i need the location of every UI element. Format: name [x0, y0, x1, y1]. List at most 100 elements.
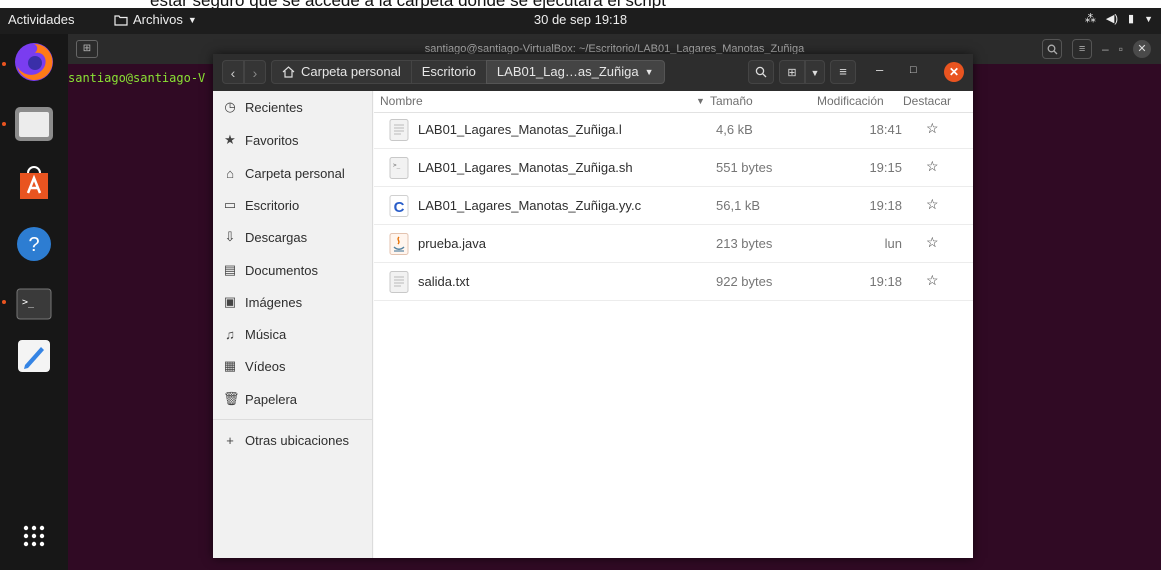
running-indicator [2, 122, 6, 126]
firefox-icon [15, 43, 53, 81]
dock-help[interactable]: ? [10, 220, 58, 268]
clock-icon: ◷ [224, 99, 236, 114]
dock-text-editor[interactable] [10, 332, 58, 380]
close-button[interactable]: ✕ [1133, 40, 1151, 58]
sidebar-item-label: Papelera [245, 391, 298, 407]
clock[interactable]: 30 de sep 19:18 [0, 12, 1161, 27]
background-document-strip: estar seguro que se accede a la carpeta … [0, 0, 1161, 8]
file-row[interactable]: C LAB01_Lagares_Manotas_Zuñiga.yy.c 56,1… [374, 187, 973, 225]
java-file-icon [389, 233, 409, 255]
sidebar-item-label: Imágenes [245, 294, 303, 310]
music-icon: ♫ [225, 326, 235, 342]
sidebar-item-downloads[interactable]: ⇩ Descargas [223, 226, 368, 248]
search-button[interactable] [1042, 39, 1063, 59]
minimize-button[interactable]: – [1102, 42, 1109, 56]
dock-software[interactable] [10, 158, 58, 206]
star-toggle-icon[interactable]: ☆ [926, 272, 939, 289]
sidebar-item-music[interactable]: ♫ Música [223, 323, 368, 345]
view-toggle-button[interactable]: ⊞ [779, 60, 805, 84]
file-manager-header: ‹ › Carpeta personal Escritorio LAB01_La… [213, 54, 973, 91]
help-icon: ? [17, 227, 51, 261]
grid-icon [23, 525, 45, 547]
view-options-button[interactable]: ▼ [805, 60, 825, 84]
close-button[interactable]: ✕ [944, 62, 964, 82]
forward-button[interactable]: › [244, 60, 266, 84]
sidebar-item-pictures[interactable]: ▣ Imágenes [223, 291, 368, 313]
minimize-button[interactable]: – [876, 62, 883, 77]
file-size: 551 bytes [716, 160, 773, 175]
document-text: estar seguro que se accede a la carpeta … [150, 0, 666, 8]
file-size: 213 bytes [716, 236, 773, 251]
sidebar-item-trash[interactable]: 🗑︎ Papelera [223, 388, 368, 410]
image-icon: ▣ [223, 294, 237, 309]
sidebar-item-label: Música [245, 326, 287, 342]
breadcrumb-desktop[interactable]: Escritorio [411, 60, 486, 84]
sidebar: ◷ Recientes ★ Favoritos ⌂ Carpeta person… [213, 91, 373, 558]
search-icon [1047, 44, 1058, 54]
file-name: LAB01_Lagares_Manotas_Zuñiga.sh [418, 160, 633, 175]
text-file-icon [389, 271, 409, 293]
search-button[interactable] [748, 60, 774, 84]
dock-terminal[interactable]: >_ [10, 280, 58, 328]
sidebar-item-videos[interactable]: ▦ Vídeos [223, 355, 368, 377]
text-editor-icon [18, 340, 50, 372]
file-row[interactable]: >_ LAB01_Lagares_Manotas_Zuñiga.sh 551 b… [374, 149, 973, 187]
sidebar-item-favorites[interactable]: ★ Favoritos [223, 129, 368, 151]
file-name: prueba.java [418, 236, 486, 251]
c-source-file-icon: C [389, 195, 409, 217]
sidebar-item-home[interactable]: ⌂ Carpeta personal [223, 162, 368, 184]
breadcrumb-current[interactable]: LAB01_Lag…as_Zuñiga ▼ [485, 60, 665, 84]
sidebar-item-label: Recientes [245, 99, 303, 115]
files-icon [15, 107, 53, 141]
status-area[interactable]: ⁂ ◀) ▮ ▼ [1085, 12, 1153, 25]
sidebar-item-label: Documentos [245, 262, 318, 278]
file-name: salida.txt [418, 274, 470, 289]
restore-button[interactable]: ▫ [1119, 42, 1123, 56]
text-file-icon [389, 119, 409, 141]
trash-icon: 🗑︎ [223, 391, 240, 406]
top-bar: Actividades Archivos ▼ 30 de sep 19:18 ⁂… [0, 8, 1161, 34]
file-modified: 18:41 [869, 122, 902, 137]
column-name[interactable]: Nombre [380, 94, 423, 108]
menu-button[interactable]: ≡ [830, 60, 856, 84]
desktop-icon: ▭ [223, 197, 237, 212]
file-row[interactable]: salida.txt 922 bytes 19:18 ☆ [374, 263, 973, 301]
close-icon: ✕ [948, 65, 960, 79]
hamburger-icon: ≡ [839, 64, 847, 79]
star-toggle-icon[interactable]: ☆ [926, 158, 939, 175]
file-row[interactable]: prueba.java 213 bytes lun ☆ [374, 225, 973, 263]
maximize-button[interactable]: □ [910, 64, 917, 76]
sidebar-item-recent[interactable]: ◷ Recientes [223, 96, 368, 118]
close-icon: ✕ [1137, 43, 1147, 55]
star-toggle-icon[interactable]: ☆ [926, 234, 939, 251]
file-manager-window: ‹ › Carpeta personal Escritorio LAB01_La… [213, 54, 973, 558]
dock-files[interactable] [10, 100, 58, 148]
menu-button[interactable]: ≡ [1072, 39, 1093, 59]
show-apps-button[interactable] [10, 512, 58, 560]
file-modified: 19:18 [869, 198, 902, 213]
running-indicator [2, 300, 6, 304]
sidebar-item-label: Descargas [245, 229, 308, 245]
file-row[interactable]: LAB01_Lagares_Manotas_Zuñiga.l 4,6 kB 18… [374, 111, 973, 149]
terminal-controls: ≡ – ▫ ✕ [1042, 39, 1151, 59]
home-icon: ⌂ [226, 165, 234, 181]
dock: ? >_ [0, 34, 68, 570]
document-icon: ▤ [223, 262, 237, 277]
back-button[interactable]: ‹ [222, 60, 244, 84]
sidebar-item-desktop[interactable]: ▭ Escritorio [223, 194, 368, 216]
column-size[interactable]: Tamaño [710, 94, 753, 108]
file-name: LAB01_Lagares_Manotas_Zuñiga.l [418, 122, 622, 137]
breadcrumb-home[interactable]: Carpeta personal [271, 60, 412, 84]
plus-icon: + [226, 432, 234, 448]
grid-view-icon: ⊞ [787, 67, 797, 79]
svg-text:>_: >_ [393, 162, 401, 169]
star-toggle-icon[interactable]: ☆ [926, 120, 939, 137]
sidebar-item-other-locations[interactable]: + Otras ubicaciones [223, 429, 368, 451]
breadcrumb-home-label: Carpeta personal [301, 64, 401, 79]
sidebar-item-documents[interactable]: ▤ Documentos [223, 259, 368, 281]
column-modified[interactable]: Modificación [817, 94, 884, 108]
star-toggle-icon[interactable]: ☆ [926, 196, 939, 213]
dock-firefox[interactable] [10, 38, 58, 86]
column-starred[interactable]: Destacar [903, 94, 951, 108]
file-size: 56,1 kB [716, 198, 761, 213]
